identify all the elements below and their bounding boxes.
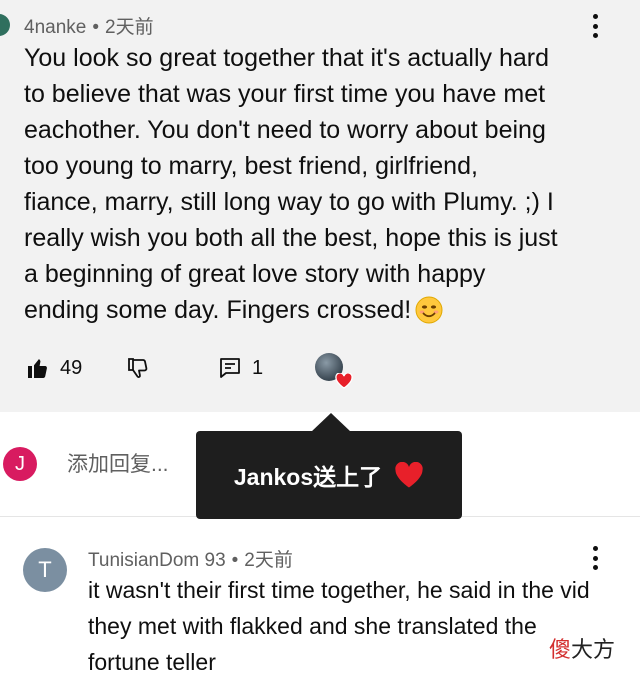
comment-icon: [220, 358, 240, 378]
like-button[interactable]: 49: [26, 356, 82, 380]
user-avatar-letter: J: [15, 452, 25, 475]
comment-text: You look so great together that it's act…: [24, 40, 614, 328]
user-avatar: J: [3, 447, 37, 481]
comment-text: it wasn't their first time together, he …: [88, 577, 590, 675]
creator-heart-badge: [315, 353, 353, 389]
comment-time: 2天前: [244, 550, 293, 571]
thumbs-down-icon: [128, 358, 148, 378]
like-count: 49: [60, 356, 83, 379]
reply-count-button[interactable]: 1: [218, 356, 263, 380]
heart-tooltip: Jankos送上了: [196, 431, 462, 519]
watermark: 傻大方: [549, 632, 615, 664]
comment-meta: 4nanke • 2天前: [24, 12, 154, 39]
add-reply-placeholder: 添加回复...: [67, 453, 169, 476]
watermark-part2: 大方: [571, 637, 616, 662]
comment-meta: TunisianDom 93 • 2天前: [88, 545, 293, 572]
more-vert-icon[interactable]: [592, 546, 598, 570]
meta-separator: •: [92, 17, 99, 38]
watermark-part1: 傻: [549, 637, 572, 662]
red-heart-icon: [395, 461, 423, 487]
smiling-face-emoji-icon: [415, 296, 443, 324]
thumbs-up-filled-icon: [28, 359, 47, 378]
meta-separator: •: [231, 550, 239, 571]
heart-icon: [335, 373, 353, 389]
tooltip-text: Jankos送上了: [233, 464, 383, 490]
commenter-avatar[interactable]: T: [23, 548, 67, 592]
comment-author[interactable]: 4nanke: [24, 17, 86, 38]
dislike-button[interactable]: [126, 356, 150, 380]
comment-time: 2天前: [105, 17, 154, 38]
commenter-avatar-letter: T: [38, 557, 52, 582]
add-reply-input[interactable]: 添加回复...: [67, 448, 169, 478]
reply-count: 1: [252, 356, 264, 379]
comment-author[interactable]: TunisianDom 93: [88, 550, 226, 571]
tooltip-arrow: [311, 413, 351, 432]
comment-text-content: You look so great together that it's act…: [24, 44, 558, 324]
more-vert-icon[interactable]: [592, 14, 598, 38]
